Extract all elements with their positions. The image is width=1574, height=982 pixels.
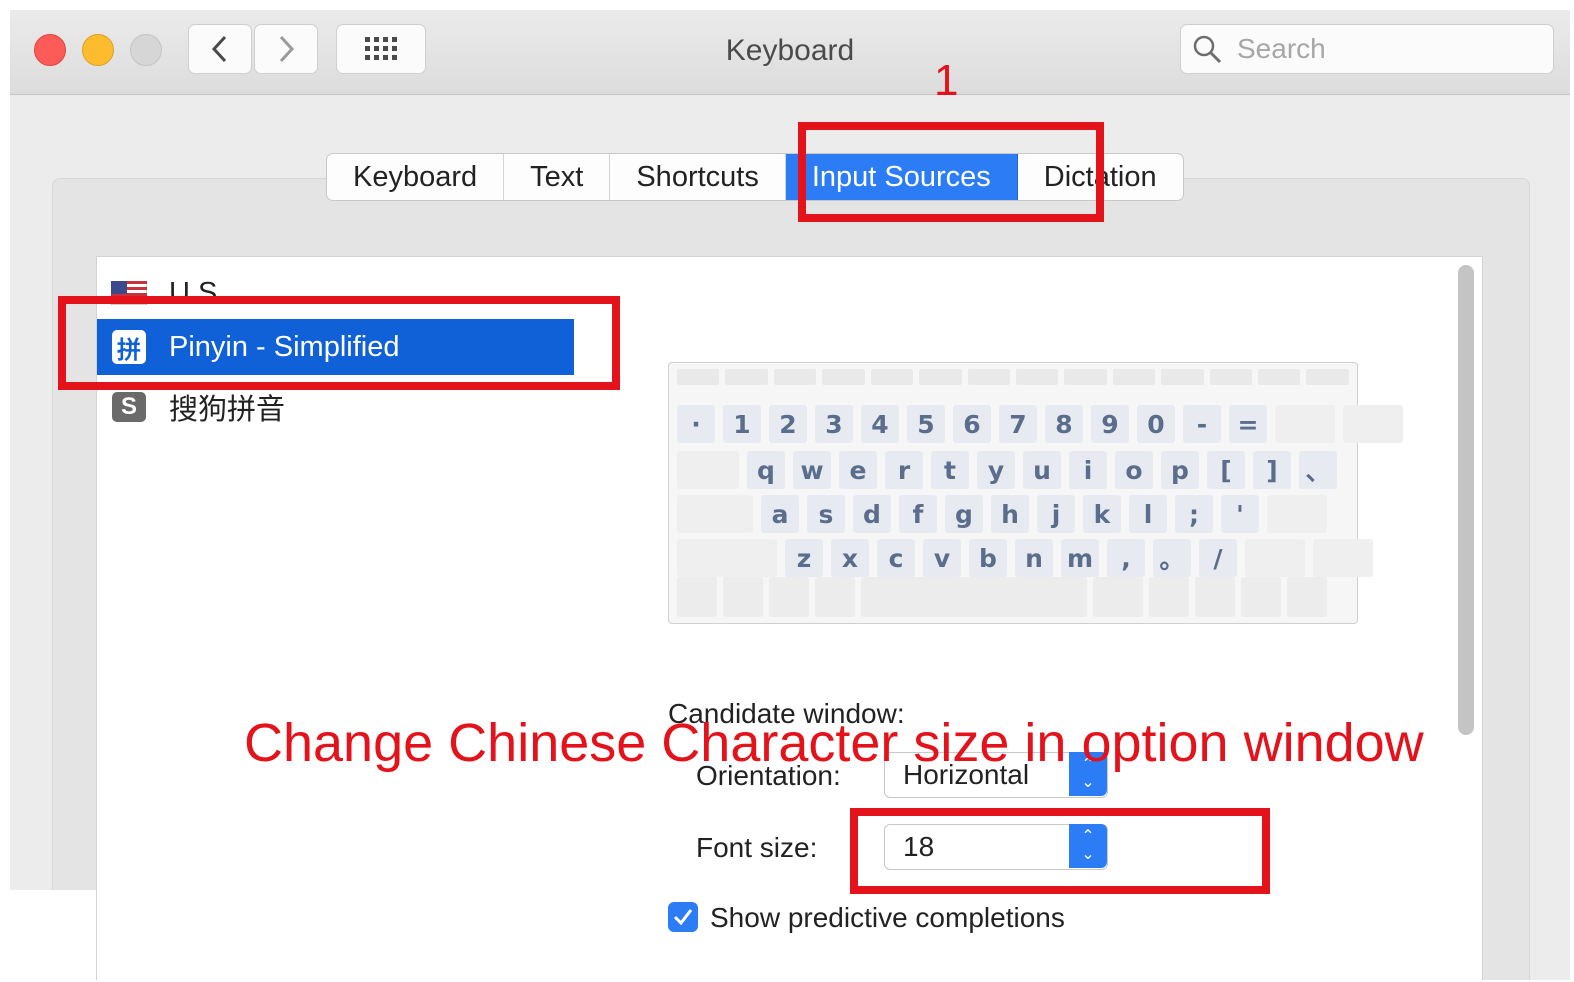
keyboard-key: · — [677, 405, 715, 443]
keyboard-key: - — [1183, 405, 1221, 443]
forward-button[interactable] — [254, 24, 318, 74]
blank-key — [677, 451, 739, 489]
tab-keyboard[interactable]: Keyboard — [327, 154, 505, 200]
chevron-left-icon — [211, 35, 227, 63]
search-field[interactable]: Search — [1180, 24, 1554, 74]
keyboard-key: 、 — [1299, 451, 1337, 489]
keyboard-key: 6 — [953, 405, 991, 443]
keyboard-key: 4 — [861, 405, 899, 443]
keyboard-key: z — [785, 539, 823, 577]
search-placeholder: Search — [1237, 33, 1326, 64]
keyboard-row: · 1 2 3 4 5 6 7 8 9 0- = — [677, 405, 1403, 443]
space-key-row — [677, 577, 1349, 617]
zoom-button[interactable] — [130, 34, 162, 66]
keyboard-key: g — [945, 495, 983, 533]
annotation-box-font-size — [850, 808, 1270, 894]
keyboard-key: o — [1115, 451, 1153, 489]
close-button[interactable] — [34, 34, 66, 66]
keyboard-key: y — [977, 451, 1015, 489]
keyboard-key: e — [839, 451, 877, 489]
keyboard-key: 8 — [1045, 405, 1083, 443]
keyboard-key: k — [1083, 495, 1121, 533]
keyboard-key: i — [1069, 451, 1107, 489]
keyboard-key: a — [761, 495, 799, 533]
chevron-right-icon — [279, 35, 295, 63]
keyboard-key: p — [1161, 451, 1199, 489]
keyboard-preferences-window: Keyboard Search Keyboard Text Shortcuts … — [10, 10, 1570, 980]
keyboard-key: w — [793, 451, 831, 489]
blank-key — [677, 495, 753, 533]
back-button[interactable] — [188, 24, 252, 74]
annotation-box-input-sources — [798, 122, 1104, 222]
keyboard-row: a s d f g h j k l; ' — [677, 495, 1327, 533]
keyboard-key: j — [1037, 495, 1075, 533]
keyboard-key: s — [807, 495, 845, 533]
blank-key — [1343, 405, 1403, 443]
keyboard-key: u — [1023, 451, 1061, 489]
keyboard-key: [ — [1207, 451, 1245, 489]
keyboard-key: n — [1015, 539, 1053, 577]
keyboard-key: r — [885, 451, 923, 489]
predictive-completions-checkbox[interactable] — [668, 902, 698, 932]
blank-key — [677, 539, 777, 577]
blank-key — [1275, 405, 1335, 443]
sogou-icon-wrap: S — [111, 389, 147, 425]
font-size-label: Font size: — [696, 832, 818, 863]
keyboard-row: z x c v b n m,。 / — [677, 539, 1373, 577]
minimize-button[interactable] — [82, 34, 114, 66]
keyboard-key: 5 — [907, 405, 945, 443]
keyboard-key: x — [831, 539, 869, 577]
keyboard-key: 3 — [815, 405, 853, 443]
list-item-label: 搜狗拼音 — [169, 394, 286, 426]
keyboard-row: q w e r t y u i o p[]、 — [677, 451, 1337, 489]
keyboard-key: d — [853, 495, 891, 533]
keyboard-key: t — [931, 451, 969, 489]
grid-icon — [365, 37, 397, 60]
keyboard-key: 1 — [723, 405, 761, 443]
keyboard-key: 2 — [769, 405, 807, 443]
predictive-completions-label: Show predictive completions — [710, 902, 1065, 933]
tab-text[interactable]: Text — [504, 154, 611, 200]
annotation-step-number: 1 — [934, 56, 959, 105]
tab-shortcuts[interactable]: Shortcuts — [610, 154, 786, 200]
cropped-area — [0, 890, 96, 982]
title-bar: Keyboard Search — [10, 10, 1570, 95]
search-icon — [1193, 35, 1222, 64]
sogou-icon: S — [112, 392, 146, 422]
keyboard-key: b — [969, 539, 1007, 577]
keyboard-key: h — [991, 495, 1029, 533]
keyboard-key: ; — [1175, 495, 1213, 533]
keyboard-key: / — [1199, 539, 1237, 577]
keyboard-key: 0 — [1137, 405, 1175, 443]
keyboard-key: m — [1061, 539, 1099, 577]
annotation-box-pinyin — [58, 296, 620, 390]
show-all-button[interactable] — [336, 24, 426, 74]
keyboard-key: c — [877, 539, 915, 577]
keyboard-key: = — [1229, 405, 1267, 443]
annotation-instruction: Change Chinese Character size in option … — [244, 713, 1424, 773]
blank-key — [1245, 539, 1305, 577]
keyboard-key: f — [899, 495, 937, 533]
blank-key — [1267, 495, 1327, 533]
checkmark-icon — [673, 909, 693, 926]
function-key-row — [677, 369, 1349, 385]
keyboard-key: , — [1107, 539, 1145, 577]
keyboard-layout-preview: · 1 2 3 4 5 6 7 8 9 0- = q w e r t y u i o p[]、 a s d f g h j k l; ' z x c… — [668, 362, 1403, 624]
keyboard-key: ] — [1253, 451, 1291, 489]
blank-key — [1313, 539, 1373, 577]
keyboard-key: 9 — [1091, 405, 1129, 443]
scrollbar[interactable] — [1458, 265, 1474, 735]
keyboard-key: 7 — [999, 405, 1037, 443]
keyboard-key: v — [923, 539, 961, 577]
window-title: Keyboard — [725, 34, 855, 67]
keyboard-key: l — [1129, 495, 1167, 533]
keyboard-key: ' — [1221, 495, 1259, 533]
keyboard-key: q — [747, 451, 785, 489]
keyboard-key: 。 — [1153, 539, 1191, 577]
